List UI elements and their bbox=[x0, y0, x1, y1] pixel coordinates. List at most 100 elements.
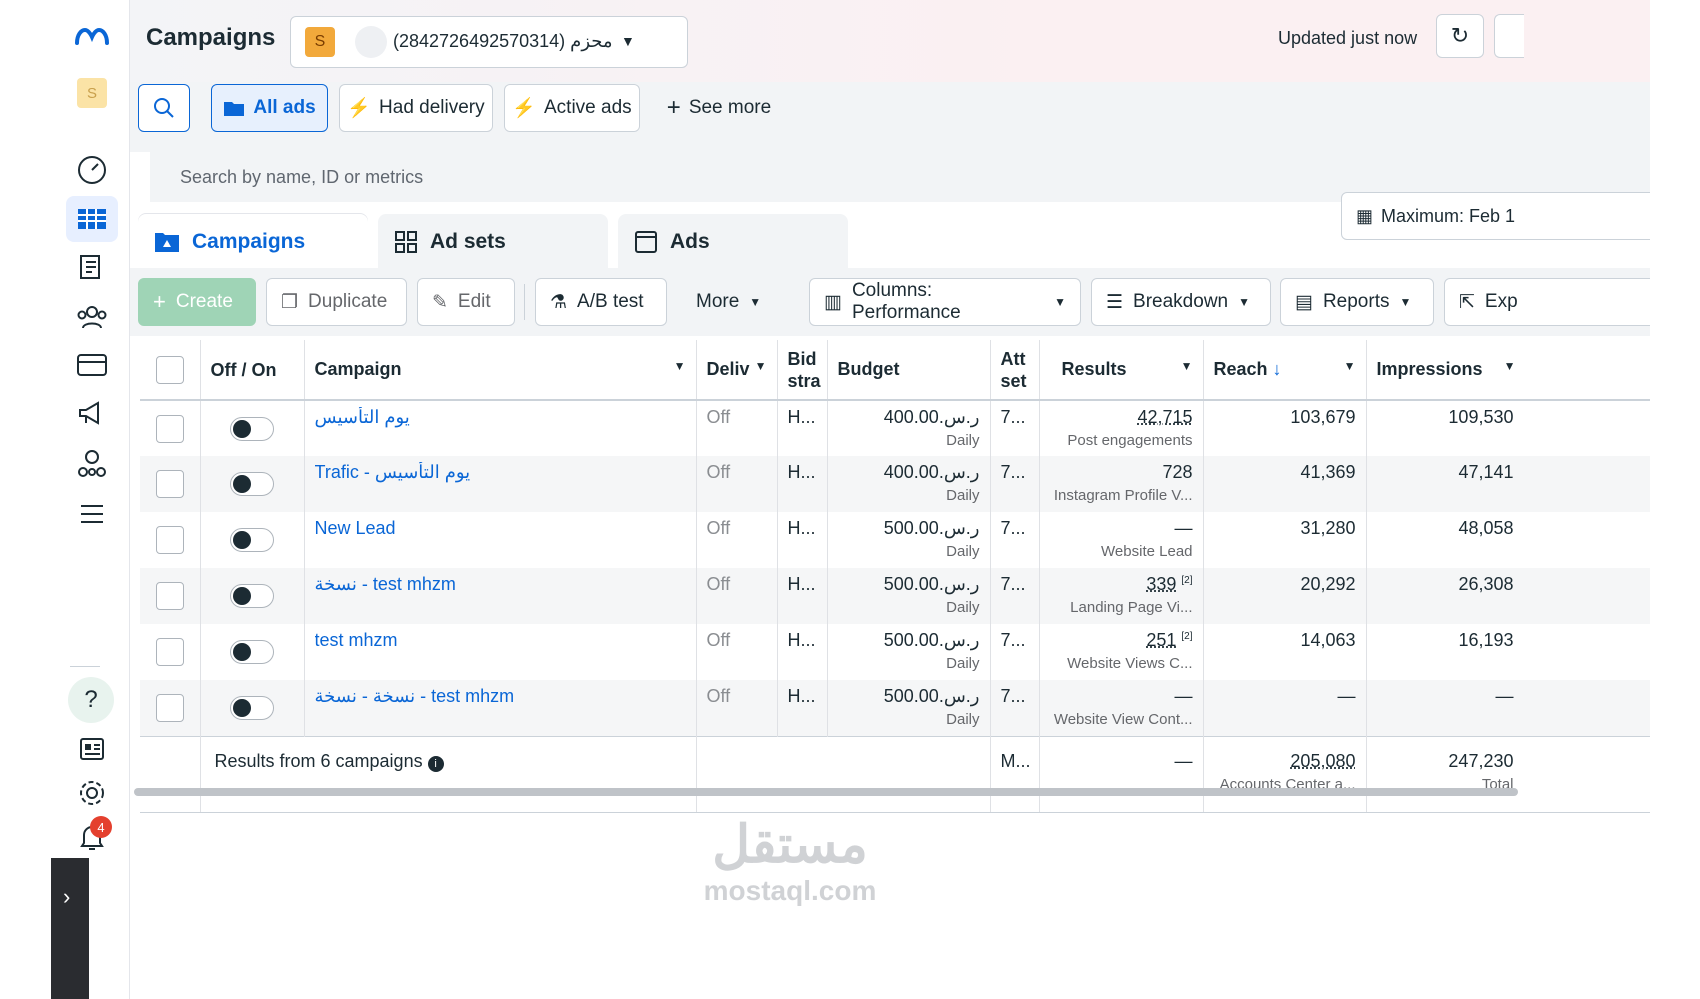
watermark-latin: mostaql.com bbox=[703, 875, 877, 906]
select-all-checkbox[interactable] bbox=[155, 355, 184, 384]
reports-dropdown[interactable]: ▤ Reports ▼ bbox=[1280, 278, 1434, 326]
budget-period: Daily bbox=[946, 487, 980, 504]
connections-icon[interactable] bbox=[66, 440, 118, 486]
campaign-name-link[interactable]: نسخة - test mhzm bbox=[315, 574, 686, 595]
results-cell: 251 [2] Website Views C... bbox=[1039, 624, 1204, 680]
on-off-toggle[interactable] bbox=[230, 528, 274, 552]
col-results[interactable]: Results ▼ bbox=[1039, 340, 1204, 401]
result-value[interactable]: 251 bbox=[1146, 630, 1176, 650]
filter-had-delivery[interactable]: ⚡ Had delivery bbox=[339, 84, 493, 132]
row-checkbox[interactable] bbox=[155, 470, 184, 498]
notifications-bell-icon[interactable]: 4 bbox=[66, 814, 118, 860]
campaign-name-link[interactable]: يوم التأسيس bbox=[315, 407, 686, 428]
export-button[interactable]: ⇱ Exp bbox=[1444, 278, 1650, 326]
news-icon[interactable] bbox=[66, 726, 118, 772]
on-off-toggle[interactable] bbox=[230, 584, 274, 608]
row-checkbox[interactable] bbox=[155, 582, 184, 610]
billing-card-icon[interactable] bbox=[66, 342, 118, 388]
overflow-button[interactable] bbox=[1494, 14, 1524, 58]
chevron-down-icon: ▼ bbox=[1238, 295, 1250, 309]
col-impressions[interactable]: Impressions ▼ bbox=[1366, 340, 1650, 401]
table-row[interactable]: Trafic - يوم التأسيس Off H... 400.00.ر.س… bbox=[140, 456, 1650, 512]
see-more-label: See more bbox=[688, 97, 772, 118]
filter-bar: All ads ⚡ Had delivery ⚡ Active ads + Se… bbox=[130, 82, 1650, 152]
chevron-down-icon: ▼ bbox=[1054, 295, 1066, 309]
reach-cell: 31,280 bbox=[1203, 512, 1367, 568]
folder-icon bbox=[224, 102, 245, 116]
campaign-name-link[interactable]: نسخة - نسخة - test mhzm bbox=[315, 686, 686, 707]
result-value[interactable]: 728 bbox=[1162, 462, 1192, 482]
attribution-cell: 7... bbox=[990, 400, 1040, 456]
refresh-button[interactable]: ↻ bbox=[1436, 14, 1484, 58]
account-avatar[interactable]: S bbox=[66, 70, 118, 116]
tab-campaigns[interactable]: Campaigns bbox=[138, 214, 368, 270]
table-row[interactable]: نسخة - نسخة - test mhzm Off H... 500.00.… bbox=[140, 680, 1650, 736]
help-icon[interactable]: ? bbox=[68, 677, 114, 723]
table-row[interactable]: يوم التأسيس Off H... 400.00.ر.س Daily 7..… bbox=[140, 400, 1650, 456]
on-off-toggle[interactable] bbox=[230, 417, 274, 441]
see-more-button[interactable]: + See more bbox=[654, 84, 784, 132]
duplicate-button[interactable]: ❐ Duplicate bbox=[266, 278, 407, 326]
table-row[interactable]: نسخة - test mhzm Off H... 500.00.ر.س Dail… bbox=[140, 568, 1650, 624]
col-delivery[interactable]: Deliv ▼ bbox=[696, 340, 778, 401]
result-value[interactable]: 339 bbox=[1146, 574, 1176, 594]
tab-ad-sets[interactable]: Ad sets bbox=[378, 214, 608, 270]
row-checkbox[interactable] bbox=[155, 526, 184, 554]
info-icon[interactable]: i bbox=[427, 755, 444, 772]
reach-cell: 20,292 bbox=[1203, 568, 1367, 624]
search-button[interactable] bbox=[138, 84, 190, 132]
account-selector[interactable]: S (2842726492570314) محزم ▼ bbox=[290, 16, 688, 68]
bid-cell: H... bbox=[777, 624, 828, 680]
table-row[interactable]: New Lead Off H... 500.00.ر.س Daily 7... —… bbox=[140, 512, 1650, 568]
megaphone-icon[interactable] bbox=[66, 390, 118, 436]
campaigns-table: Off / On Campaign ▼ Deliv ▼ Bid stra Budge… bbox=[140, 340, 1650, 813]
result-value[interactable]: — bbox=[1175, 518, 1193, 538]
row-checkbox[interactable] bbox=[155, 415, 184, 443]
row-checkbox[interactable] bbox=[155, 694, 184, 722]
breakdown-dropdown[interactable]: ☰ Breakdown ▼ bbox=[1091, 278, 1271, 326]
on-off-toggle[interactable] bbox=[230, 640, 274, 664]
col-attribution[interactable]: Att set bbox=[990, 340, 1040, 401]
filter-active-ads[interactable]: ⚡ Active ads bbox=[504, 84, 640, 132]
campaign-name-link[interactable]: Trafic - يوم التأسيس bbox=[315, 462, 686, 483]
impressions-cell: 16,193 bbox=[1366, 624, 1650, 680]
sort-chevron-icon: ▼ bbox=[673, 359, 686, 373]
toggle-cell bbox=[200, 456, 305, 512]
result-value[interactable]: — bbox=[1175, 686, 1193, 706]
result-value[interactable]: 42,715 bbox=[1137, 407, 1192, 427]
col-bid-strategy[interactable]: Bid stra bbox=[777, 340, 828, 401]
campaign-name-link[interactable]: test mhzm bbox=[315, 630, 686, 651]
pages-icon[interactable] bbox=[66, 244, 118, 290]
meta-logo-icon[interactable] bbox=[66, 14, 118, 60]
menu-icon[interactable] bbox=[66, 491, 118, 537]
campaigns-table-icon[interactable] bbox=[66, 196, 118, 242]
table-row[interactable]: test mhzm Off H... 500.00.ر.س Daily 7... … bbox=[140, 624, 1650, 680]
tab-ads[interactable]: Ads bbox=[618, 214, 848, 270]
col-reach[interactable]: Reach ↓ ▼ bbox=[1203, 340, 1367, 401]
budget-cell: 400.00.ر.س Daily bbox=[827, 400, 991, 456]
filter-all-ads[interactable]: All ads bbox=[211, 84, 328, 132]
sort-arrow-down-icon: ↓ bbox=[1272, 359, 1282, 379]
create-button[interactable]: + Create bbox=[138, 278, 256, 326]
on-off-toggle[interactable] bbox=[230, 472, 274, 496]
collapse-panel[interactable]: › bbox=[51, 858, 89, 999]
campaign-name-cell: New Lead bbox=[304, 512, 697, 568]
horizontal-scrollbar[interactable] bbox=[134, 788, 1518, 796]
col-campaign[interactable]: Campaign ▼ bbox=[304, 340, 697, 401]
plus-icon: + bbox=[666, 94, 681, 121]
columns-dropdown[interactable]: ▥ Columns: Performance ▼ bbox=[809, 278, 1081, 326]
settings-gear-icon[interactable] bbox=[66, 770, 118, 816]
on-off-toggle[interactable] bbox=[230, 696, 274, 720]
col-off-on[interactable]: Off / On bbox=[200, 340, 305, 401]
ab-test-button[interactable]: ⚗ A/B test bbox=[535, 278, 667, 326]
edit-button[interactable]: ✎ Edit bbox=[417, 278, 515, 326]
speedometer-icon[interactable] bbox=[66, 147, 118, 193]
date-range-picker[interactable]: ▦ Maximum: Feb 1 bbox=[1341, 192, 1650, 240]
campaign-name-link[interactable]: New Lead bbox=[315, 518, 686, 539]
summary-reach[interactable]: 205,080 bbox=[1290, 751, 1355, 771]
ab-test-label: A/B test bbox=[577, 291, 644, 312]
more-dropdown[interactable]: More ▼ bbox=[682, 278, 782, 326]
col-budget[interactable]: Budget bbox=[827, 340, 991, 401]
audience-icon[interactable] bbox=[66, 294, 118, 340]
row-checkbox[interactable] bbox=[155, 638, 184, 666]
